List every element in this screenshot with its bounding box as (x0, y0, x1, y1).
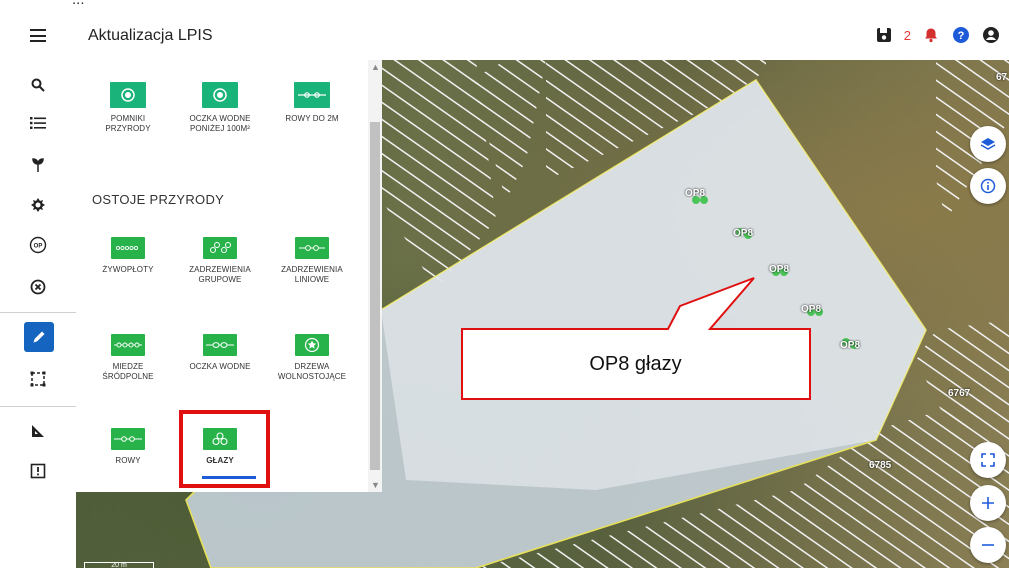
app-header: Aktualizacja LPIS 2 ? (0, 12, 1009, 60)
callout-text: OP8 głazy (589, 352, 682, 375)
symbol-zadrzewienia-liniowe[interactable]: ZADRZEWIENIA LINIOWE (272, 237, 352, 285)
marker-label: OP8 (733, 228, 754, 239)
header-actions: 2 ? (874, 25, 1001, 45)
marker-label: OP8 (840, 340, 861, 351)
symbol-rowy-do-2m[interactable]: ROWY DO 2M (272, 82, 352, 124)
list-icon[interactable] (25, 110, 51, 136)
scroll-thumb[interactable] (370, 122, 380, 470)
parcel-number: 67 (996, 72, 1008, 83)
symbol-drzewa-wolnostojace[interactable]: DRZEWA WOLNOSTOJĄCE (272, 334, 352, 382)
parcel-number: 6785 (869, 460, 892, 471)
marker-label: OP8 (685, 188, 706, 199)
symbol-miedze-srodpolne[interactable]: MIEDZE ŚRÓDPOLNE (88, 334, 168, 382)
rail-divider (0, 406, 76, 407)
hedge-icon (111, 237, 145, 259)
symbol-rowy[interactable]: ROWY (88, 428, 168, 466)
edit-pencil-icon[interactable] (24, 322, 54, 352)
scroll-up-icon[interactable]: ▲ (371, 62, 380, 72)
balk-icon (111, 334, 145, 356)
zoom-in-button[interactable] (970, 485, 1006, 521)
marker-label: OP8 (801, 304, 822, 315)
zoom-out-button[interactable] (970, 527, 1006, 563)
symbol-zywoploty[interactable]: ŻYWOPŁOTY (88, 237, 168, 275)
report-issue-icon[interactable] (25, 458, 51, 484)
page-title: Aktualizacja LPIS (88, 27, 213, 44)
symbol-oczka-wodne-ponizej[interactable]: OCZKA WODNE PONIŻEJ 100M² (180, 82, 260, 134)
cancel-circle-icon[interactable] (25, 274, 51, 300)
tree-line-icon (295, 237, 329, 259)
search-icon[interactable] (25, 72, 51, 98)
symbol-zadrzewienia-grupowe[interactable]: ZADRZEWIENIA GRUPOWE (180, 237, 260, 285)
crop-icon[interactable] (25, 152, 51, 178)
svg-text:OP: OP (34, 244, 43, 250)
solitary-tree-icon (295, 334, 329, 356)
fullscreen-button[interactable] (970, 442, 1006, 478)
symbol-pomniki-przyrody[interactable]: POMNIKI PRZYRODY (88, 82, 168, 134)
help-icon[interactable]: ? (951, 25, 971, 45)
pond-icon (202, 82, 238, 108)
select-area-icon[interactable] (25, 366, 51, 392)
parcel-number: 6767 (948, 388, 971, 399)
op-icon[interactable]: OP (25, 232, 51, 258)
account-icon[interactable] (981, 25, 1001, 45)
top-cut-text: ... (0, 0, 1009, 12)
symbol-panel: POMNIKI PRZYRODY OCZKA WODNE PONIŻEJ 100… (76, 60, 382, 492)
measure-icon[interactable] (25, 418, 51, 444)
scroll-down-icon[interactable]: ▼ (371, 480, 380, 490)
symbol-oczka-wodne[interactable]: OCZKA WODNE (180, 334, 260, 372)
section-title: OSTOJE PRZYRODY (92, 192, 225, 207)
bell-icon[interactable] (921, 25, 941, 45)
highlight-box (179, 410, 270, 488)
menu-icon[interactable] (30, 29, 46, 42)
tree-group-icon (203, 237, 237, 259)
notification-count: 2 (903, 27, 911, 43)
marker-label: OP8 (769, 264, 790, 275)
save-icon[interactable] (874, 25, 894, 45)
water-hole-icon (203, 334, 237, 356)
layers-button[interactable] (970, 126, 1006, 162)
svg-text:?: ? (958, 30, 965, 42)
tool-rail: OP (0, 60, 76, 568)
monument-icon (110, 82, 146, 108)
plant-icon[interactable] (25, 192, 51, 218)
ditch-icon (111, 428, 145, 450)
rail-divider (0, 312, 76, 313)
info-button[interactable] (970, 168, 1006, 204)
ditch-icon (294, 82, 330, 108)
panel-scrollbar[interactable]: ▲ ▼ (368, 60, 382, 492)
